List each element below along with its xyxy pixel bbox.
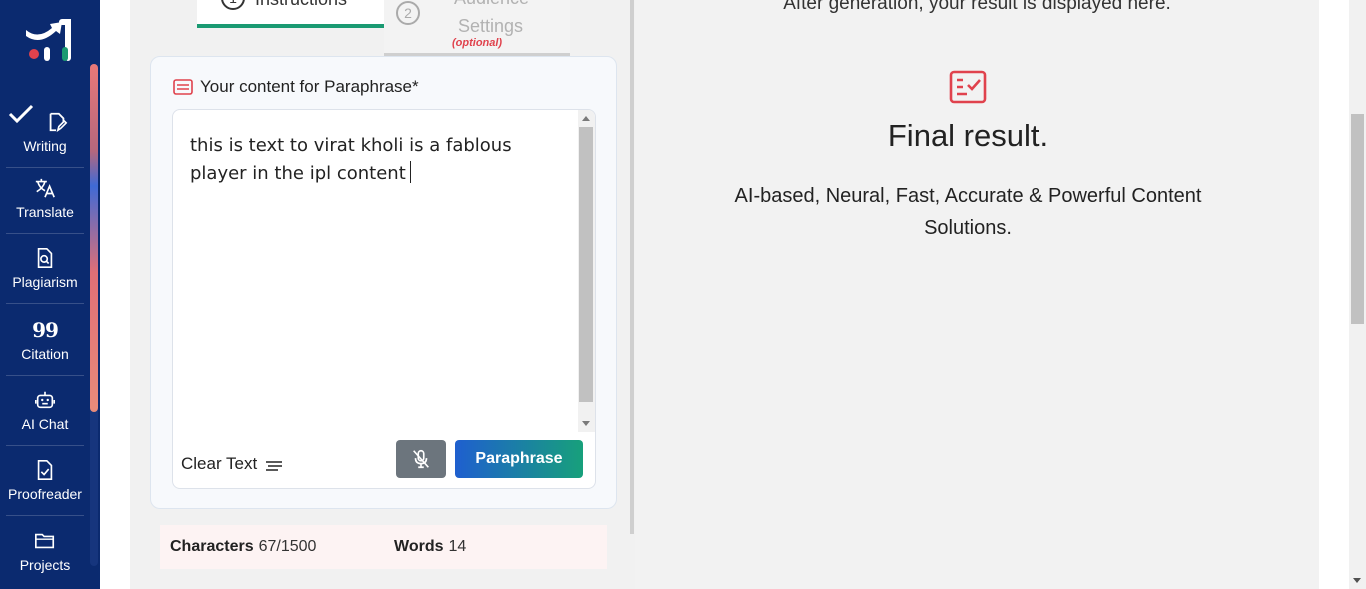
characters-count: Characters 67/1500 [170, 538, 394, 556]
scroll-up-arrow-icon[interactable] [582, 116, 590, 121]
mic-off-icon [413, 449, 429, 469]
content-text[interactable]: this is text to virat kholi is a fablous… [190, 132, 570, 188]
sidebar: Writing Translate Plagiarism 99 Citation… [0, 0, 100, 589]
words-label: Words [394, 538, 444, 555]
tab-label-line1: Audience [454, 0, 529, 9]
sidebar-scrollbar-thumb[interactable] [90, 64, 98, 412]
content-card: Your content for Paraphrase* this is tex… [150, 56, 617, 509]
lines-icon [266, 460, 283, 471]
text-caret [409, 161, 411, 183]
words-value: 14 [448, 538, 467, 555]
page-scroll-down-arrow-icon[interactable] [1353, 578, 1361, 583]
plagiarism-icon [37, 248, 53, 268]
tab-label-line2: Settings [458, 16, 524, 36]
content-text-value: this is text to virat kholi is a fablous… [190, 135, 512, 184]
clear-text-button[interactable]: Clear Text [181, 454, 283, 474]
sidebar-item-writing[interactable]: Writing [6, 98, 84, 168]
tab-audience-settings[interactable]: 2 Audience Settings (optional) [384, 0, 570, 57]
content-card-title: Your content for Paraphrase* [173, 77, 419, 97]
textarea-scrollbar-thumb[interactable] [579, 127, 593, 402]
tab-instructions[interactable]: 1 Instructions [197, 0, 384, 28]
paraphrase-button[interactable]: Paraphrase [455, 440, 583, 478]
textarea-scrollbar[interactable] [578, 110, 595, 432]
text-stats: Characters 67/1500 Words 14 [160, 525, 607, 569]
sidebar-item-translate[interactable]: Translate [6, 164, 84, 234]
app-logo[interactable] [22, 14, 74, 64]
robot-icon [35, 391, 55, 409]
sidebar-item-label: Writing [23, 138, 67, 154]
result-subtitle: AI-based, Neural, Fast, Accurate & Power… [734, 185, 1202, 239]
sidebar-item-citation[interactable]: 99 Citation [6, 306, 84, 376]
page-scrollbar-thumb[interactable] [1351, 114, 1364, 324]
sidebar-item-ai-chat[interactable]: AI Chat [6, 376, 84, 446]
tab-label: Instructions [255, 0, 347, 10]
step-number: 1 [221, 0, 245, 10]
folder-icon [35, 533, 55, 548]
characters-value: 67/1500 [258, 538, 317, 555]
clear-text-label: Clear Text [181, 454, 258, 473]
writing-icon [49, 112, 68, 133]
sidebar-item-label: Translate [16, 204, 74, 220]
translate-icon [35, 178, 55, 198]
result-hint: After generation, your result is display… [783, 0, 1171, 14]
result-title: Final result. [887, 118, 1049, 153]
characters-label: Characters [170, 538, 254, 555]
keyboard-icon [173, 79, 193, 95]
sidebar-item-label: AI Chat [21, 416, 69, 432]
sidebar-item-proofreader[interactable]: Proofreader [6, 446, 84, 516]
checklist-icon [949, 70, 987, 104]
page-scrollbar[interactable] [1349, 0, 1366, 589]
sidebar-item-plagiarism[interactable]: Plagiarism [6, 234, 84, 304]
result-panel: After generation, your result is display… [635, 0, 1319, 589]
quote-icon: 99 [32, 318, 59, 342]
content-textarea[interactable]: this is text to virat kholi is a fablous… [172, 109, 596, 489]
step-number: 2 [396, 1, 420, 25]
words-count: Words 14 [394, 538, 466, 556]
sidebar-item-label: Citation [21, 346, 69, 362]
content-title-text: Your content for Paraphrase* [200, 77, 419, 96]
panel-divider[interactable] [630, 0, 634, 534]
sidebar-item-label: Projects [19, 556, 71, 573]
optional-badge: (optional) [452, 37, 503, 49]
proofreader-icon [37, 460, 53, 480]
sidebar-item-projects[interactable]: Projects [6, 516, 84, 586]
mic-off-button[interactable] [396, 440, 446, 478]
sidebar-item-label: Proofreader [8, 486, 82, 502]
page-gutter [1319, 0, 1349, 589]
sidebar-item-label: Plagiarism [12, 274, 78, 290]
scroll-down-arrow-icon[interactable] [582, 421, 590, 426]
